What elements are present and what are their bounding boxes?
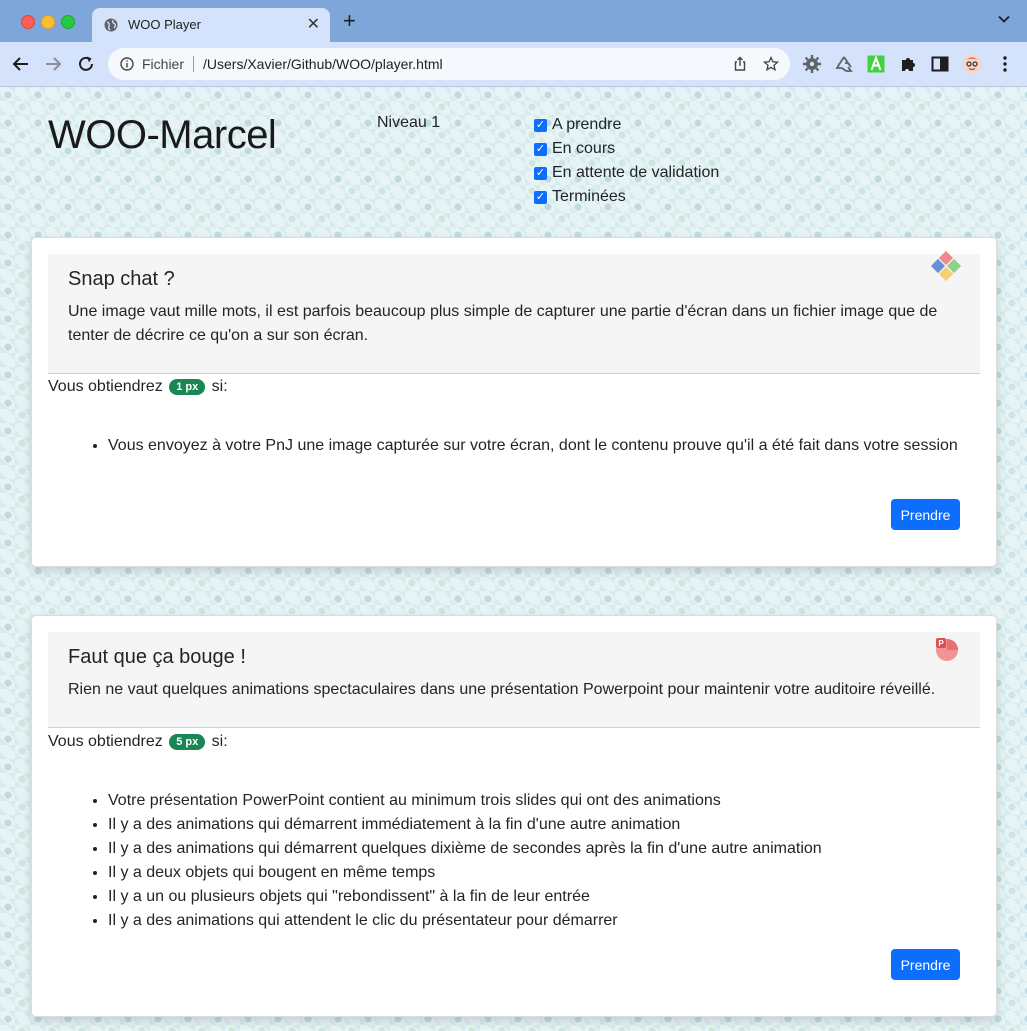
level-label: Niveau 1 [377, 114, 441, 131]
list-item: Votre présentation PowerPoint contient a… [108, 789, 968, 813]
more-menu-icon[interactable] [995, 54, 1015, 74]
browser-toolbar: Fichier /Users/Xavier/Github/WOO/player.… [0, 42, 1027, 87]
app-diamond-icon [930, 250, 962, 282]
filter-a-prendre[interactable]: ✓ A prendre [534, 113, 719, 137]
reward-suffix: si: [211, 733, 228, 750]
browser-tab[interactable]: WOO Player ✕ [92, 8, 330, 42]
letter-a-extension-icon[interactable] [866, 54, 886, 74]
checkbox-checked-icon[interactable]: ✓ [534, 166, 547, 180]
gear-extension-icon[interactable] [802, 54, 822, 74]
new-tab-button[interactable]: + [343, 8, 356, 34]
reward-prefix: Vous obtiendrez [48, 733, 163, 750]
filter-label: Terminées [552, 188, 626, 205]
address-bar[interactable]: Fichier /Users/Xavier/Github/WOO/player.… [108, 48, 790, 80]
reload-icon[interactable] [77, 55, 95, 73]
checkbox-checked-icon[interactable]: ✓ [534, 190, 547, 204]
reward-badge: 5 px [169, 734, 206, 750]
zoom-window-button[interactable] [61, 15, 75, 29]
info-icon[interactable] [120, 57, 134, 71]
condition-list: Votre présentation PowerPoint contient a… [90, 789, 968, 933]
list-item: Vous envoyez à votre PnJ une image captu… [108, 434, 968, 458]
recycle-extension-icon[interactable] [834, 54, 854, 74]
quest-description: Rien ne vaut quelques animations spectac… [68, 681, 936, 698]
condition-list: Vous envoyez à votre PnJ une image captu… [90, 434, 968, 458]
scheme-label: Fichier [142, 56, 185, 72]
close-tab-icon[interactable]: ✕ [307, 14, 320, 34]
url-text[interactable]: /Users/Xavier/Github/WOO/player.html [203, 56, 443, 72]
player-page: WOO-Marcel Niveau 1 ✓ A prendre ✓ En cou… [0, 87, 1027, 1031]
quest-card-header: Faut que ça bouge ! Rien ne vaut quelque… [48, 632, 980, 728]
quest-card: Snap chat ? Une image vaut mille mots, i… [31, 237, 997, 567]
filter-label: En attente de validation [552, 164, 720, 181]
status-filters: ✓ A prendre ✓ En cours ✓ En attente de v… [534, 113, 719, 209]
list-item: Il y a des animations qui attendent le c… [108, 909, 968, 933]
reward-badge: 1 px [169, 379, 206, 395]
reward-line: Vous obtiendrez 1 px si: [48, 378, 228, 396]
prendre-button[interactable]: Prendre [891, 499, 960, 530]
reward-prefix: Vous obtiendrez [48, 378, 163, 395]
quest-card: Faut que ça bouge ! Rien ne vaut quelque… [31, 615, 997, 1017]
checkbox-checked-icon[interactable]: ✓ [534, 118, 547, 132]
reward-suffix: si: [211, 378, 228, 395]
quest-title: Faut que ça bouge ! [68, 646, 246, 668]
powerpoint-icon: P [936, 638, 958, 661]
filter-en-attente[interactable]: ✓ En attente de validation [534, 161, 719, 185]
chevron-down-icon[interactable] [997, 12, 1011, 26]
share-icon[interactable] [732, 56, 748, 72]
filter-terminees[interactable]: ✓ Terminées [534, 185, 719, 209]
svg-text:P: P [938, 639, 944, 648]
list-item: Il y a un ou plusieurs objets qui "rebon… [108, 885, 968, 909]
tab-title: WOO Player [128, 17, 201, 32]
close-window-button[interactable] [21, 15, 35, 29]
globe-icon [104, 18, 118, 32]
reward-line: Vous obtiendrez 5 px si: [48, 733, 228, 751]
star-icon[interactable] [763, 56, 779, 72]
sidebar-icon[interactable] [930, 54, 950, 74]
prendre-button[interactable]: Prendre [891, 949, 960, 980]
browser-tab-bar: WOO Player ✕ + [0, 0, 1027, 42]
list-item: Il y a des animations qui démarrent quel… [108, 837, 968, 861]
quest-title: Snap chat ? [68, 268, 175, 290]
puzzle-extension-icon[interactable] [898, 54, 918, 74]
quest-description: Une image vaut mille mots, il est parfoi… [68, 303, 938, 344]
quest-card-header: Snap chat ? Une image vaut mille mots, i… [48, 250, 980, 374]
back-arrow-icon[interactable] [12, 55, 30, 73]
forward-arrow-icon[interactable] [44, 55, 62, 73]
profile-avatar[interactable] [962, 54, 982, 74]
address-divider [193, 56, 194, 72]
list-item: Il y a deux objets qui bougent en même t… [108, 861, 968, 885]
filter-label: A prendre [552, 116, 622, 133]
list-item: Il y a des animations qui démarrent immé… [108, 813, 968, 837]
minimize-window-button[interactable] [41, 15, 55, 29]
checkbox-checked-icon[interactable]: ✓ [534, 142, 547, 156]
player-name: WOO-Marcel [48, 113, 277, 157]
filter-en-cours[interactable]: ✓ En cours [534, 137, 719, 161]
filter-label: En cours [552, 140, 616, 157]
